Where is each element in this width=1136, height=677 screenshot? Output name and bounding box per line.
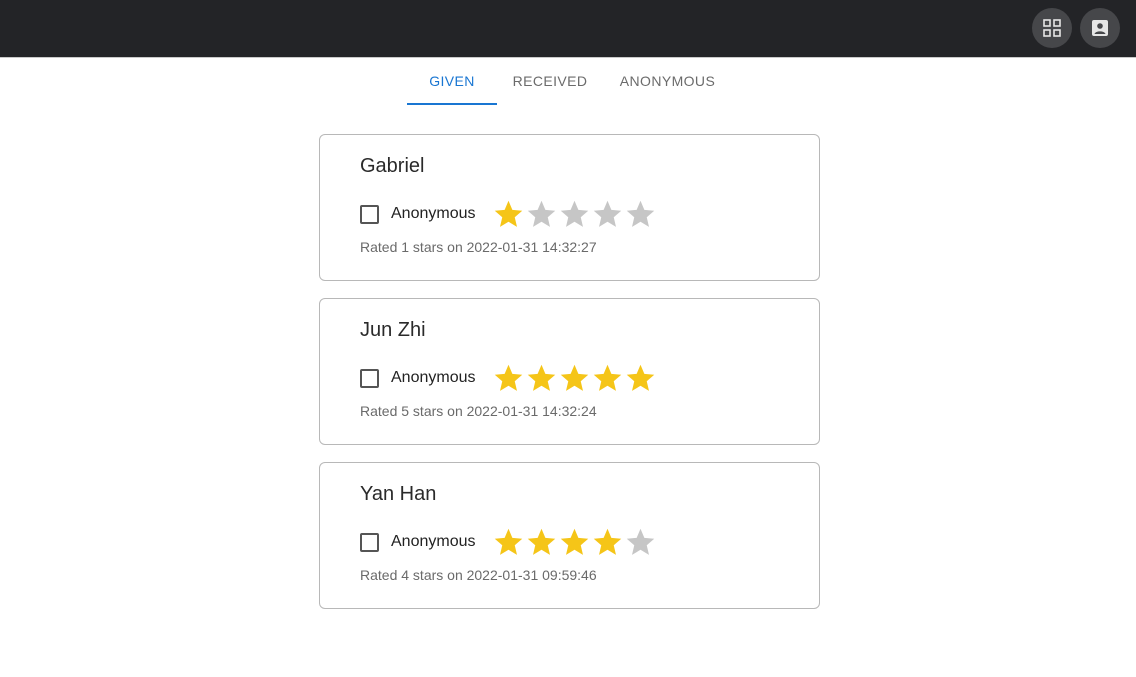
active-tab-indicator [407, 103, 497, 105]
anonymous-label[interactable]: Anonymous [391, 205, 476, 223]
star-filled-icon[interactable] [558, 362, 591, 395]
star-filled-icon[interactable] [591, 526, 624, 559]
anonymous-label[interactable]: Anonymous [391, 369, 476, 387]
anonymous-label[interactable]: Anonymous [391, 533, 476, 551]
star-filled-icon[interactable] [492, 526, 525, 559]
anonymous-checkbox[interactable] [360, 368, 379, 388]
star-filled-icon[interactable] [591, 362, 624, 395]
rating-row: Anonymous [360, 197, 657, 231]
rating-timestamp: Rated 1 stars on 2022-01-31 14:32:27 [360, 239, 597, 255]
anonymous-checkbox[interactable] [360, 204, 379, 224]
rating-card: Yan Han Anonymous Rated 4 stars on 2022-… [319, 462, 820, 609]
star-empty-icon[interactable] [558, 198, 591, 231]
rating-timestamp: Rated 4 stars on 2022-01-31 09:59:46 [360, 567, 597, 583]
rating-card: Jun Zhi Anonymous Rated 5 stars on 2022-… [319, 298, 820, 445]
tab-received[interactable]: RECEIVED [505, 58, 595, 106]
rated-user-name: Jun Zhi [360, 319, 426, 341]
star-filled-icon[interactable] [492, 198, 525, 231]
rating-timestamp: Rated 5 stars on 2022-01-31 14:32:24 [360, 403, 597, 419]
rating-tabs: GIVEN RECEIVED ANONYMOUS [0, 58, 1136, 106]
rated-user-name: Gabriel [360, 155, 425, 177]
rating-card: Gabriel Anonymous Rated 1 stars on 2022-… [319, 134, 820, 281]
grid-apps-icon[interactable] [1032, 8, 1072, 48]
star-filled-icon[interactable] [624, 362, 657, 395]
anonymous-checkbox[interactable] [360, 532, 379, 552]
star-filled-icon[interactable] [558, 526, 591, 559]
star-filled-icon[interactable] [525, 362, 558, 395]
star-rating [492, 526, 657, 559]
star-empty-icon[interactable] [591, 198, 624, 231]
star-rating [492, 198, 657, 231]
star-empty-icon[interactable] [624, 198, 657, 231]
star-filled-icon[interactable] [492, 362, 525, 395]
rating-row: Anonymous [360, 525, 657, 559]
tab-given[interactable]: GIVEN [407, 58, 497, 106]
rating-row: Anonymous [360, 361, 657, 395]
app-bar [0, 0, 1136, 58]
rated-user-name: Yan Han [360, 483, 437, 505]
star-empty-icon[interactable] [624, 526, 657, 559]
star-empty-icon[interactable] [525, 198, 558, 231]
star-rating [492, 362, 657, 395]
account-box-icon[interactable] [1080, 8, 1120, 48]
star-filled-icon[interactable] [525, 526, 558, 559]
tab-anonymous[interactable]: ANONYMOUS [610, 58, 725, 106]
